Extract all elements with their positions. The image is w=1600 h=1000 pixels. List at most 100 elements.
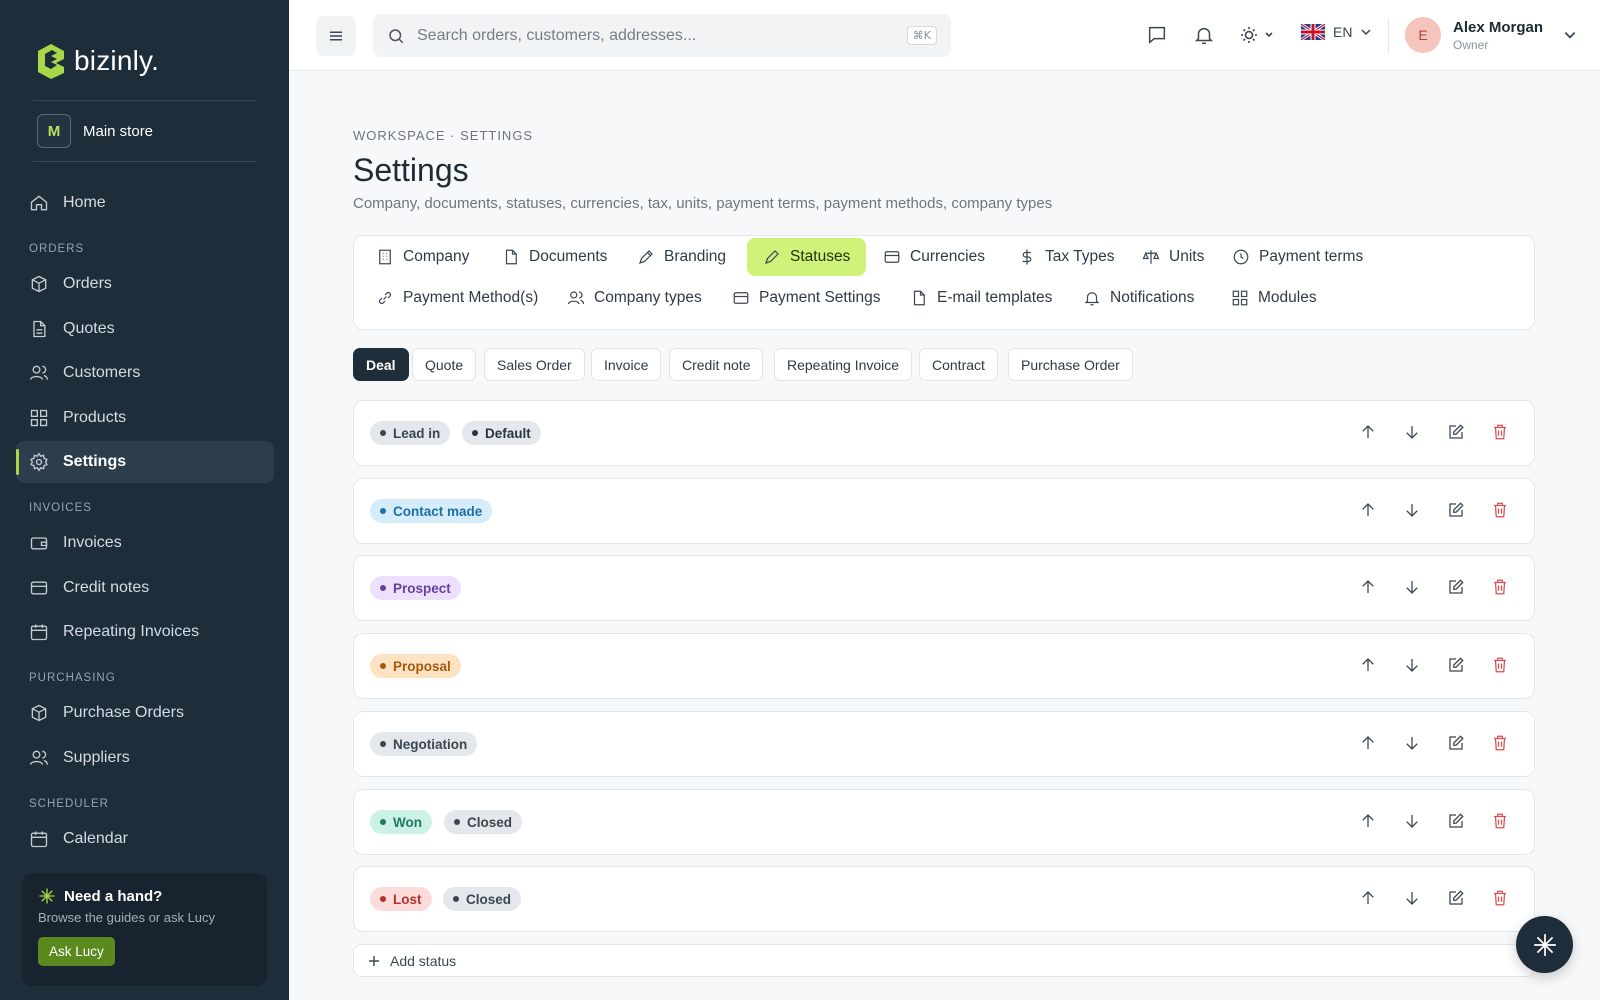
sidebar-item-products[interactable]: Products: [16, 397, 274, 439]
edit-button[interactable]: [1446, 655, 1466, 675]
edit-button[interactable]: [1446, 500, 1466, 520]
move-down-button[interactable]: [1402, 733, 1422, 753]
doc-type-repeating-invoice[interactable]: Repeating Invoice: [774, 348, 913, 381]
users-icon: [30, 750, 48, 765]
user-role: Owner: [1453, 37, 1489, 52]
sidebar-item-repeating-invoices[interactable]: Repeating Invoices: [16, 611, 274, 653]
sidebar-item-settings[interactable]: Settings: [16, 441, 274, 483]
menu-toggle-button[interactable]: [316, 16, 356, 56]
add-status-button[interactable]: Add status: [353, 944, 1535, 977]
assistant-button[interactable]: [1516, 916, 1573, 973]
move-up-button[interactable]: [1358, 655, 1378, 675]
move-down-button[interactable]: [1402, 577, 1422, 597]
delete-button[interactable]: [1490, 733, 1510, 753]
sidebar-item-invoices[interactable]: Invoices: [16, 522, 274, 564]
move-up-button[interactable]: [1358, 577, 1378, 597]
store-switcher[interactable]: M Main store: [37, 114, 153, 148]
edit-button[interactable]: [1446, 733, 1466, 753]
move-down-button[interactable]: [1402, 811, 1422, 831]
page-title: Settings: [353, 152, 469, 188]
edit-button[interactable]: [1446, 888, 1466, 908]
doc-type-sales-order[interactable]: Sales Order: [484, 348, 585, 381]
status-tag: Closed: [444, 810, 523, 834]
doc-type-purchase-order[interactable]: Purchase Order: [1008, 348, 1133, 381]
tab-notifications[interactable]: Notifications: [1067, 279, 1210, 317]
move-up-button[interactable]: [1358, 500, 1378, 520]
user-menu[interactable]: E Alex Morgan Owner: [1405, 17, 1577, 53]
delete-button[interactable]: [1490, 577, 1510, 597]
sidebar-item-orders[interactable]: Orders: [16, 263, 274, 305]
edit-button[interactable]: [1446, 422, 1466, 442]
delete-button[interactable]: [1490, 500, 1510, 520]
arrow-up-icon: [1362, 658, 1374, 671]
move-up-button[interactable]: [1358, 888, 1378, 908]
delete-button[interactable]: [1490, 888, 1510, 908]
move-down-button[interactable]: [1402, 888, 1422, 908]
tab-currencies[interactable]: Currencies: [867, 238, 1001, 276]
tab-payment-settings[interactable]: Payment Settings: [716, 279, 896, 317]
card-icon: [733, 292, 749, 304]
doc-type-quote[interactable]: Quote: [412, 348, 477, 381]
edit-button[interactable]: [1446, 811, 1466, 831]
move-up-button[interactable]: [1358, 811, 1378, 831]
tab-company[interactable]: Company: [360, 238, 485, 276]
sidebar-item-home[interactable]: Home: [16, 182, 274, 224]
tab-modules[interactable]: Modules: [1215, 279, 1333, 317]
delete-button[interactable]: [1490, 422, 1510, 442]
tab-company-types[interactable]: Company types: [551, 279, 718, 317]
trash-icon: [1494, 502, 1506, 518]
delete-button[interactable]: [1490, 811, 1510, 831]
sidebar-item-calendar[interactable]: Calendar: [16, 818, 274, 860]
doc-type-invoice[interactable]: Invoice: [591, 348, 662, 381]
brand-name: bizinly.: [74, 45, 160, 76]
user-info: Alex Morgan Owner: [1453, 19, 1543, 52]
sidebar-item-customers[interactable]: Customers: [16, 352, 274, 394]
move-down-button[interactable]: [1402, 655, 1422, 675]
doc-type-deal[interactable]: Deal: [353, 348, 409, 381]
brand-logo[interactable]: bizinly.: [36, 42, 159, 80]
tab-label: Statuses: [790, 248, 851, 265]
sidebar-item-label: Credit notes: [63, 579, 150, 596]
sidebar-item-purchase-orders[interactable]: Purchase Orders: [16, 692, 274, 734]
delete-button[interactable]: [1490, 655, 1510, 675]
tab-email-templates[interactable]: E-mail templates: [894, 279, 1068, 317]
tab-tax-types[interactable]: Tax Types: [1002, 238, 1131, 276]
sidebar-item-quotes[interactable]: Quotes: [16, 308, 274, 350]
notifications-button[interactable]: [1193, 24, 1215, 46]
language-selector[interactable]: EN: [1301, 24, 1372, 40]
status-row: Prospect: [353, 555, 1535, 621]
tab-documents[interactable]: Documents: [486, 238, 623, 276]
page-subtitle: Company, documents, statuses, currencies…: [353, 195, 1053, 212]
card-icon: [884, 251, 900, 263]
move-down-button[interactable]: [1402, 422, 1422, 442]
trash-icon: [1494, 424, 1506, 440]
tab-label: Company: [403, 248, 470, 265]
doc-type-credit-note[interactable]: Credit note: [669, 348, 764, 381]
brand-mark-icon: [38, 44, 64, 79]
trash-icon: [1494, 735, 1506, 751]
trash-icon: [1494, 890, 1506, 906]
tab-label: Branding: [664, 248, 727, 265]
tab-label: Units: [1169, 248, 1205, 265]
move-up-button[interactable]: [1358, 422, 1378, 442]
sidebar-item-credit-notes[interactable]: Credit notes: [16, 567, 274, 609]
trash-icon: [1494, 813, 1506, 829]
tab-statuses[interactable]: Statuses: [747, 238, 867, 276]
theme-toggle[interactable]: [1239, 24, 1279, 46]
doc-type-contract[interactable]: Contract: [919, 348, 998, 381]
tab-units[interactable]: Units: [1126, 238, 1220, 276]
status-tag: Closed: [443, 887, 522, 911]
tab-branding[interactable]: Branding: [621, 238, 742, 276]
edit-button[interactable]: [1446, 577, 1466, 597]
tab-payment-terms[interactable]: Payment terms: [1216, 238, 1379, 276]
tab-payment-methods[interactable]: Payment Method(s): [360, 279, 554, 317]
settings-tabs: Company Documents Branding Statuses Curr…: [353, 235, 1535, 330]
sidebar-item-suppliers[interactable]: Suppliers: [16, 737, 274, 779]
messages-button[interactable]: [1146, 24, 1168, 46]
ask-lucy-button[interactable]: Ask Lucy: [38, 937, 115, 966]
move-down-button[interactable]: [1402, 500, 1422, 520]
row-actions: [1358, 888, 1510, 908]
search-input[interactable]: [417, 26, 887, 45]
move-up-button[interactable]: [1358, 733, 1378, 753]
search-bar[interactable]: ⌘K: [373, 14, 951, 57]
